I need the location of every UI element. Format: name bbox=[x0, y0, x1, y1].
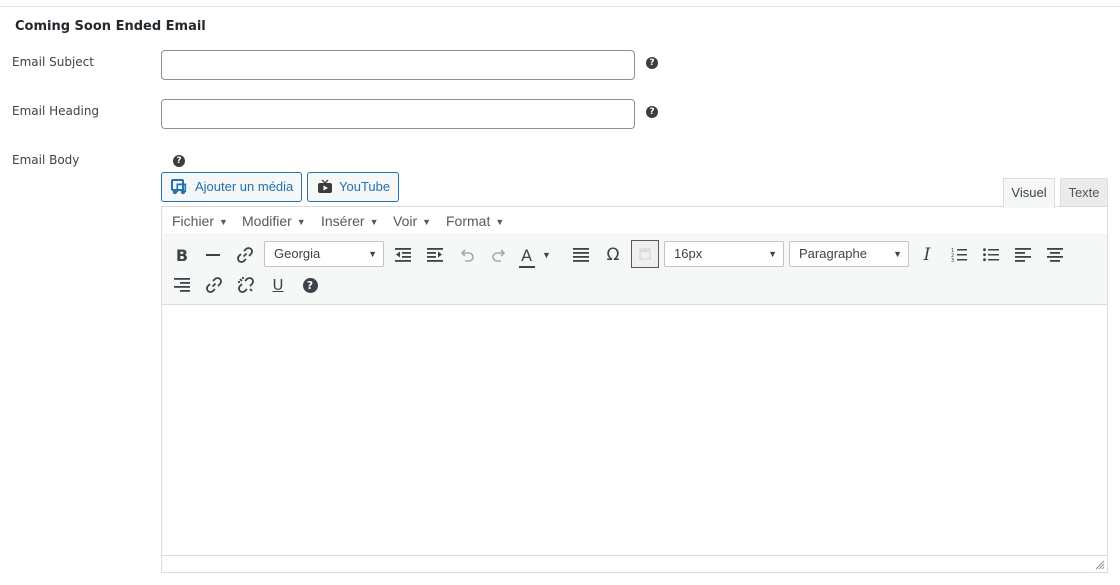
editor-statusbar bbox=[162, 555, 1107, 572]
email-heading-input[interactable] bbox=[161, 99, 635, 129]
chevron-down-icon: ▼ bbox=[219, 217, 228, 227]
tab-visual[interactable]: Visuel bbox=[1003, 178, 1055, 208]
top-divider bbox=[0, 6, 1120, 7]
bullet-list-button[interactable] bbox=[977, 241, 1005, 269]
horizontal-line-icon bbox=[206, 254, 220, 256]
youtube-label: YouTube bbox=[339, 179, 391, 194]
numbered-list-button[interactable]: 123 bbox=[945, 241, 973, 269]
rich-text-editor: Fichier ▼ Modifier ▼ Insérer ▼ Voir ▼ Format… bbox=[161, 206, 1108, 573]
email-body-help-icon[interactable]: ? bbox=[173, 155, 185, 167]
justify-button[interactable] bbox=[567, 241, 595, 269]
editor-menubar: Fichier ▼ Modifier ▼ Insérer ▼ Voir ▼ Format… bbox=[162, 207, 1107, 235]
text-color-button[interactable]: A ▼ bbox=[516, 241, 556, 269]
numbered-list-icon: 123 bbox=[951, 248, 967, 262]
font-family-value: Georgia bbox=[274, 246, 321, 261]
block-format-select[interactable]: Paragraphe ▼ bbox=[789, 241, 909, 267]
font-size-select[interactable]: 16px ▼ bbox=[664, 241, 784, 267]
menu-fichier[interactable]: Fichier ▼ bbox=[172, 213, 228, 229]
email-heading-label: Email Heading bbox=[12, 104, 100, 118]
email-heading-help-icon[interactable]: ? bbox=[646, 106, 658, 118]
text-color-icon: A bbox=[519, 245, 536, 268]
menu-inserer-label: Insérer bbox=[321, 213, 365, 229]
link-icon bbox=[237, 247, 253, 263]
menu-fichier-label: Fichier bbox=[172, 213, 215, 229]
italic-button[interactable]: I bbox=[913, 241, 941, 269]
outdent-button[interactable] bbox=[389, 241, 417, 269]
chevron-down-icon: ▼ bbox=[495, 217, 505, 227]
redo-icon bbox=[492, 249, 506, 262]
menu-voir[interactable]: Voir ▼ bbox=[393, 213, 431, 229]
menu-modifier-label: Modifier bbox=[242, 213, 292, 229]
help-icon: ? bbox=[302, 277, 318, 293]
chevron-down-icon: ▼ bbox=[542, 250, 551, 260]
chevron-down-icon: ▼ bbox=[422, 217, 432, 227]
chevron-down-icon: ▼ bbox=[369, 217, 379, 227]
youtube-button[interactable]: YouTube bbox=[307, 172, 400, 202]
chevron-down-icon: ▼ bbox=[768, 249, 777, 259]
special-char-icon: Ω bbox=[606, 245, 620, 265]
menu-modifier[interactable]: Modifier ▼ bbox=[242, 213, 306, 229]
email-subject-input[interactable] bbox=[161, 50, 635, 80]
menu-format-label: Format bbox=[446, 213, 491, 229]
tab-text[interactable]: Texte bbox=[1060, 178, 1108, 207]
unlink-icon bbox=[238, 277, 254, 293]
clear-formatting-icon bbox=[639, 248, 651, 260]
horizontal-line-button[interactable] bbox=[199, 241, 227, 269]
special-character-button[interactable]: Ω bbox=[599, 241, 627, 269]
link-button[interactable] bbox=[200, 271, 228, 299]
chevron-down-icon: ▼ bbox=[296, 217, 306, 227]
align-left-button[interactable] bbox=[1009, 241, 1037, 269]
bold-button[interactable]: B bbox=[168, 241, 196, 269]
section-title: Coming Soon Ended Email bbox=[15, 19, 206, 34]
underline-icon: U bbox=[272, 276, 284, 294]
align-left-icon bbox=[1015, 248, 1031, 262]
menu-voir-label: Voir bbox=[393, 213, 418, 229]
indent-button[interactable] bbox=[421, 241, 449, 269]
editor-toolbar: B Georgia ▼ A ▼ Ω 16px ▼ Paragraphe ▼ I … bbox=[162, 235, 1107, 305]
align-center-icon bbox=[1047, 248, 1063, 262]
block-format-value: Paragraphe bbox=[799, 246, 867, 261]
resize-icon[interactable] bbox=[1095, 560, 1105, 570]
email-subject-help-icon[interactable]: ? bbox=[646, 57, 658, 69]
bullet-list-icon bbox=[983, 248, 999, 262]
editor-content-area[interactable] bbox=[162, 306, 1107, 556]
text-color-letter: A bbox=[521, 245, 533, 265]
bold-icon: B bbox=[175, 245, 189, 265]
font-family-select[interactable]: Georgia ▼ bbox=[264, 241, 384, 267]
add-media-icon bbox=[171, 179, 187, 195]
clear-formatting-button[interactable] bbox=[631, 240, 659, 268]
font-size-value: 16px bbox=[674, 246, 703, 261]
insert-link-button[interactable] bbox=[231, 241, 259, 269]
youtube-tv-icon bbox=[318, 179, 332, 193]
undo-icon bbox=[460, 249, 474, 262]
svg-text:3: 3 bbox=[951, 258, 954, 262]
undo-button[interactable] bbox=[453, 241, 481, 269]
unlink-button[interactable] bbox=[232, 271, 260, 299]
italic-icon: I bbox=[923, 245, 931, 265]
email-subject-label: Email Subject bbox=[12, 55, 94, 69]
redo-button[interactable] bbox=[485, 241, 513, 269]
menu-inserer[interactable]: Insérer ▼ bbox=[321, 213, 379, 229]
indent-icon bbox=[427, 248, 443, 262]
chevron-down-icon: ▼ bbox=[893, 249, 902, 259]
chevron-down-icon: ▼ bbox=[368, 249, 377, 259]
add-media-label: Ajouter un média bbox=[195, 179, 294, 194]
menu-format[interactable]: Format ▼ bbox=[446, 213, 504, 229]
email-body-label: Email Body bbox=[12, 153, 80, 167]
align-center-button[interactable] bbox=[1041, 241, 1069, 269]
align-right-button[interactable] bbox=[168, 271, 196, 299]
keyboard-shortcuts-button[interactable]: ? bbox=[296, 271, 324, 299]
justify-icon bbox=[573, 248, 589, 262]
underline-button[interactable]: U bbox=[264, 271, 292, 299]
link-icon bbox=[206, 277, 222, 293]
add-media-button[interactable]: Ajouter un média bbox=[161, 172, 303, 202]
outdent-icon bbox=[395, 248, 411, 262]
align-right-icon bbox=[174, 278, 190, 292]
